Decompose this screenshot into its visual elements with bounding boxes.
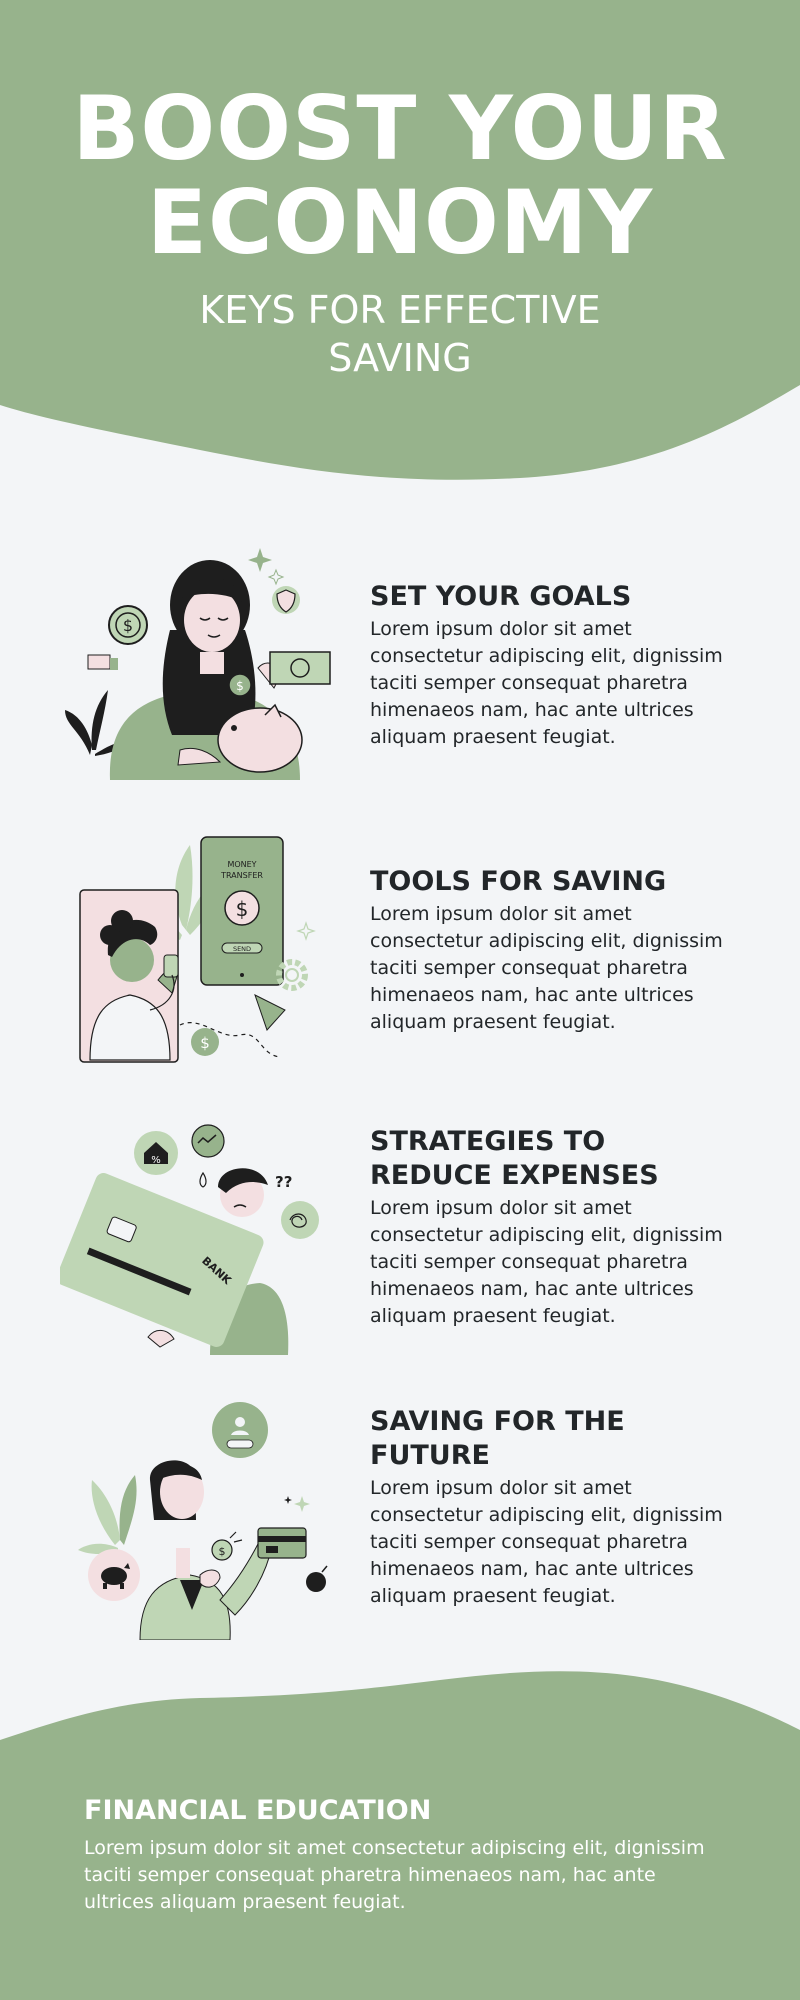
svg-text:$: $ — [200, 1034, 210, 1052]
chart-icon — [191, 1124, 225, 1158]
svg-text:$: $ — [219, 1545, 226, 1558]
section-title: TOOLS FOR SAVING — [370, 866, 667, 897]
banknote-icon — [269, 651, 331, 685]
sparkle-icon — [284, 1496, 310, 1512]
section-title: SET YOUR GOALS — [370, 581, 632, 612]
section-body: Lorem ipsum dolor sit amet consectetur a… — [370, 1197, 723, 1327]
credit-card-icon — [257, 1527, 307, 1559]
plant-icon — [78, 1475, 137, 1554]
section-body: Lorem ipsum dolor sit amet consectetur a… — [370, 903, 723, 1033]
scribble-bubble-icon — [281, 1201, 319, 1239]
section-text: STRATEGIES TO REDUCE EXPENSES Lorem ipsu… — [370, 1125, 730, 1330]
woman-saving-illustration: $ $ — [65, 548, 331, 780]
paper-plane-icon — [254, 994, 286, 1031]
dollar-coin-icon: $ — [191, 1028, 219, 1056]
dollar-coin-icon: $ — [108, 605, 148, 645]
svg-text:$: $ — [123, 616, 133, 635]
svg-text:$: $ — [236, 897, 249, 921]
piggy-bank-icon — [88, 1549, 140, 1601]
section-text: SET YOUR GOALS Lorem ipsum dolor sit ame… — [370, 580, 730, 751]
sparkle-icon — [296, 921, 316, 941]
section-title-line-1: STRATEGIES TO — [370, 1126, 606, 1157]
section-text: SAVING FOR THE FUTURE Lorem ipsum dolor … — [370, 1405, 730, 1610]
man-with-card-illustration: % ?? BANK — [60, 1124, 319, 1355]
bomb-icon — [306, 1565, 328, 1592]
section-title: STRATEGIES TO REDUCE EXPENSES — [370, 1125, 730, 1193]
svg-text:%: % — [151, 1155, 161, 1166]
section-set-goals: $ $ SET YOUR GOALS Lorem ipsum dolor sit… — [0, 540, 800, 800]
hand-small-icon — [87, 654, 118, 670]
page-subtitle: KEYS FOR EFFECTIVE SAVING — [0, 286, 800, 382]
section-tools-saving: $ MONEY TRANSFER $ SEND TOOLS FOR SAVING… — [0, 825, 800, 1085]
question-marks: ?? — [275, 1173, 292, 1191]
woman-with-card-illustration: $ — [78, 1402, 328, 1640]
dollar-coin-icon: $ — [228, 673, 252, 697]
section-body: Lorem ipsum dolor sit amet consectetur a… — [370, 1477, 723, 1607]
svg-text:$: $ — [236, 679, 244, 693]
section-reduce-expenses: % ?? BANK STRATEGIES TO REDUCE EXPENSES … — [0, 1115, 800, 1375]
section-body: Lorem ipsum dolor sit amet consectetur a… — [370, 618, 723, 748]
user-profile-icon — [212, 1402, 268, 1458]
footer-body: Lorem ipsum dolor sit amet consectetur a… — [84, 1837, 705, 1913]
phone-text-line2: TRANSFER — [220, 871, 263, 880]
subtitle-line-2: SAVING — [328, 336, 472, 380]
subtitle-line-1: KEYS FOR EFFECTIVE — [199, 288, 601, 332]
dollar-coin-icon: $ — [211, 1539, 233, 1561]
section-title: SAVING FOR THE FUTURE — [370, 1405, 730, 1473]
title-line-2: ECONOMY — [146, 171, 654, 274]
title-line-1: BOOST YOUR — [72, 77, 728, 180]
house-percent-icon: % — [134, 1131, 178, 1175]
section-title-line-1: SAVING FOR THE — [370, 1406, 625, 1437]
section-text: TOOLS FOR SAVING Lorem ipsum dolor sit a… — [370, 865, 730, 1036]
section-saving-future: $ SAVING FOR THE FUTURE Lorem ipsum dolo… — [0, 1400, 800, 1660]
section-title-line-2: REDUCE EXPENSES — [370, 1160, 659, 1191]
phone-text-line1: MONEY — [227, 860, 256, 869]
footer-wave-background — [0, 1671, 800, 2000]
page-title: BOOST YOUR ECONOMY — [0, 82, 800, 270]
section-title-line-2: FUTURE — [370, 1440, 490, 1471]
phone-transfer-icon: MONEY TRANSFER $ SEND — [200, 836, 284, 986]
phone-send-button: SEND — [233, 945, 251, 953]
footer-title: FINANCIAL EDUCATION — [84, 1795, 432, 1826]
money-transfer-illustration: $ MONEY TRANSFER $ SEND — [79, 836, 316, 1063]
shield-icon — [272, 586, 300, 614]
sparkle-icon — [248, 548, 285, 586]
